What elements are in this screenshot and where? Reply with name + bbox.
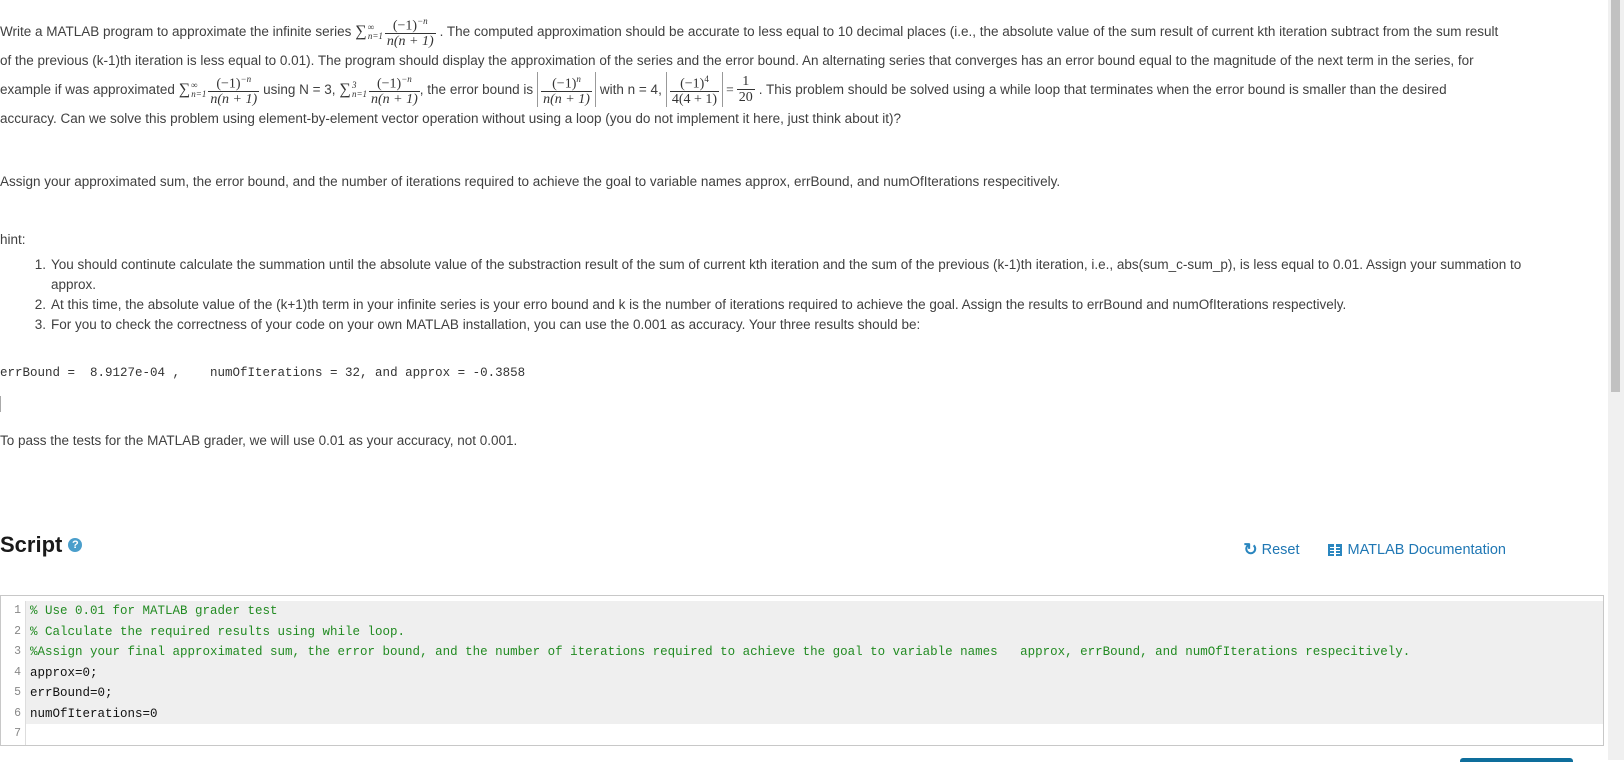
submit-button[interactable] <box>1460 758 1573 762</box>
problem-line-2: of the previous (k-1)th iteration is les… <box>0 46 1600 75</box>
denominator: 4(4 + 1) <box>669 91 720 108</box>
text: Write a MATLAB program to approximate th… <box>0 24 352 39</box>
hint-item: 1. You should continute calculate the sum… <box>35 255 1570 295</box>
text: . This problem should be solved using a … <box>758 82 1447 97</box>
hint-label: hint: <box>0 232 26 247</box>
sum-symbol: ∑ <box>339 80 351 98</box>
hint-item: 3. For you to check the correctness of yo… <box>35 315 1570 335</box>
expected-results: errBound = 8.9127e-04 , numOfIterations … <box>0 366 526 380</box>
reset-button[interactable]: ↻ Reset <box>1243 540 1299 560</box>
hint-text: You should continute calculate the summa… <box>51 257 1522 292</box>
problem-line-4: accuracy. Can we solve this problem usin… <box>0 104 1600 133</box>
text: with n = 4, <box>599 82 662 97</box>
hint-list: 1. You should continute calculate the sum… <box>35 255 1570 335</box>
hint-number: 1. <box>34 257 46 272</box>
text: example if was approximated <box>0 82 175 97</box>
text: using N = 3, <box>263 82 336 97</box>
lower-limit: n=1 <box>191 88 207 99</box>
equals-sign: = <box>726 81 734 97</box>
hint-number: 3. <box>34 317 46 332</box>
code-editor[interactable]: 1% Use 0.01 for MATLAB grader test 2% Ca… <box>0 595 1604 746</box>
code-line[interactable]: 4 approx=0; <box>1 662 1603 683</box>
assign-instructions: Assign your approximated sum, the error … <box>0 174 1061 189</box>
exponent: −n <box>417 15 428 26</box>
page-scrollbar[interactable] <box>1608 0 1624 760</box>
code-line[interactable]: 3 %Assign your final approximated sum, th… <box>1 642 1603 663</box>
problem-statement: Write a MATLAB program to approximate th… <box>0 16 1600 133</box>
lower-limit: n=1 <box>351 88 368 99</box>
series-formula: ∑ ∞ n=1 (−1)−n n(n + 1) <box>355 14 436 50</box>
code-line[interactable]: 6 numOfIterations=0 <box>1 703 1603 724</box>
code-line[interactable]: 1% Use 0.01 for MATLAB grader test <box>1 601 1603 622</box>
code-text[interactable]: % Use 0.01 for MATLAB grader test <box>26 601 1603 622</box>
book-icon <box>1327 544 1342 556</box>
text-caret <box>0 396 1 412</box>
numerator: (−1) <box>680 76 705 92</box>
line-number: 5 <box>1 683 26 704</box>
script-toolbar: ↻ Reset MATLAB Documentation <box>1243 540 1506 560</box>
lower-limit: n=1 <box>367 30 383 41</box>
code-line[interactable]: 7 <box>1 724 1603 745</box>
text: of the previous (k-1)th iteration is les… <box>0 53 1474 68</box>
hint-item: 2. At this time, the absolute value of th… <box>35 295 1570 315</box>
exponent: n <box>576 73 581 84</box>
exponent: −n <box>240 73 252 84</box>
denominator: n(n + 1) <box>208 91 260 108</box>
grader-note: To pass the tests for the MATLAB grader,… <box>0 433 518 448</box>
sum-symbol: ∑ <box>178 80 191 98</box>
documentation-label: MATLAB Documentation <box>1347 542 1507 558</box>
hint-text: For you to check the correctness of your… <box>51 317 921 332</box>
hint-number: 2. <box>34 297 46 312</box>
denominator: 20 <box>736 88 755 105</box>
denominator: n(n + 1) <box>384 33 436 50</box>
error-term-formula: (−1)n n(n + 1) <box>537 71 596 108</box>
help-icon[interactable]: ? <box>68 538 83 552</box>
reset-icon: ↻ <box>1243 540 1258 559</box>
error-term-value-formula: (−1)4 4(4 + 1) = 1 20 <box>665 71 755 108</box>
series-formula-n3: ∑ 3 n=1 (−1)−n n(n + 1) <box>340 72 420 108</box>
numerator: (−1) <box>552 76 577 92</box>
line-number: 4 <box>1 662 26 683</box>
script-heading: Script ? <box>0 532 83 558</box>
code-text[interactable]: errBound=0; <box>26 683 1603 704</box>
code-text[interactable]: % Calculate the required results using w… <box>26 621 1603 642</box>
scrollbar-thumb[interactable] <box>1611 0 1620 392</box>
numerator: 1 <box>742 73 750 89</box>
script-title: Script <box>0 532 63 557</box>
line-number: 1 <box>1 601 26 622</box>
code-text[interactable] <box>26 724 1603 745</box>
numerator: (−1) <box>377 76 402 92</box>
series-formula-infinite: ∑ ∞ n=1 (−1)−n n(n + 1) <box>178 72 260 108</box>
line-number: 2 <box>1 621 26 642</box>
code-text[interactable]: %Assign your final approximated sum, the… <box>26 642 1603 663</box>
code-line[interactable]: 2% Calculate the required results using … <box>1 621 1603 642</box>
text: . The computed approximation should be a… <box>439 24 1499 39</box>
line-number: 6 <box>1 703 26 724</box>
problem-line-3: example if was approximated ∑ ∞ n=1 (−1)−n… <box>0 71 1600 108</box>
code-text[interactable]: approx=0; <box>26 662 1603 683</box>
problem-line-1: Write a MATLAB program to approximate th… <box>0 16 1600 49</box>
text: , the error bound is <box>419 82 534 97</box>
denominator: n(n + 1) <box>369 91 420 108</box>
hint-text: At this time, the absolute value of the … <box>51 297 1347 312</box>
reset-label: Reset <box>1261 542 1300 558</box>
numerator: (−1) <box>216 76 241 92</box>
line-number: 3 <box>1 642 26 663</box>
sum-symbol: ∑ <box>355 22 367 40</box>
matlab-documentation-link[interactable]: MATLAB Documentation <box>1327 542 1507 558</box>
line-number: 7 <box>1 724 26 745</box>
exponent: −n <box>401 73 412 84</box>
code-text[interactable]: numOfIterations=0 <box>26 703 1603 724</box>
text: accuracy. Can we solve this problem usin… <box>0 111 901 126</box>
numerator: (−1) <box>392 18 418 34</box>
denominator: n(n + 1) <box>541 91 592 108</box>
exponent: 4 <box>704 73 709 84</box>
code-line[interactable]: 5 errBound=0; <box>1 683 1603 704</box>
